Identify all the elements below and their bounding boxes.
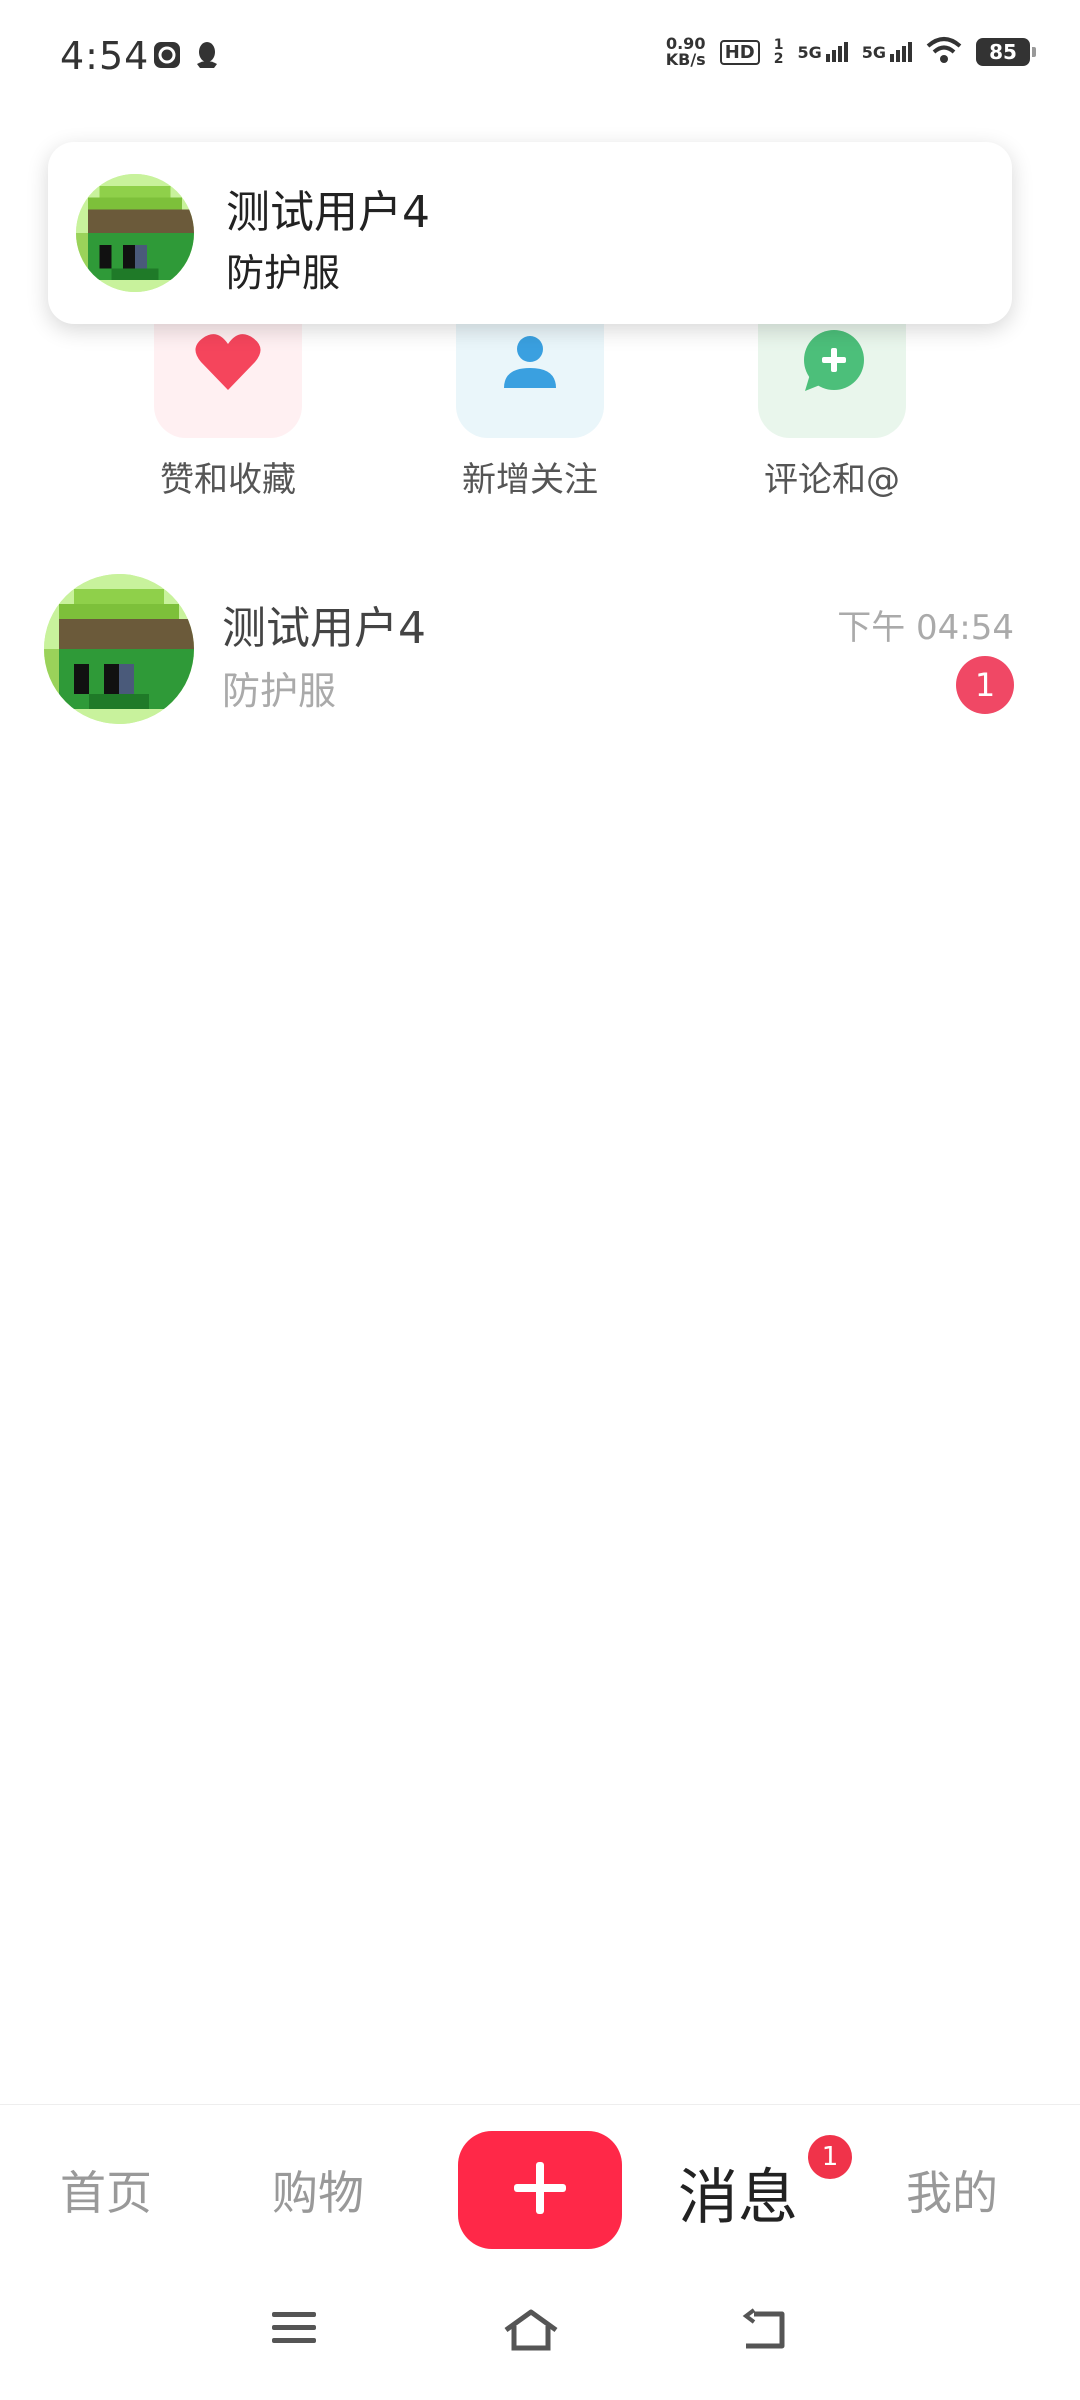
signal-2-icon: 5G (862, 42, 912, 62)
notification-banner[interactable]: 测试用户4 防护服 (48, 142, 1012, 324)
back-icon[interactable] (740, 2308, 788, 2356)
battery-icon: 85 (976, 38, 1036, 66)
tab-shop[interactable]: 购物 (272, 2157, 364, 2223)
conversation-item[interactable]: 测试用户4 防护服 下午 04:54 1 (0, 566, 1080, 736)
status-left-icons (152, 40, 220, 74)
status-bar: 4:54 0.90 KB/s HD 12 5G 5G 85 (0, 0, 1080, 120)
home-icon[interactable] (502, 2308, 560, 2356)
message-categories: 赞和收藏 新增关注 评论和@ (0, 290, 1080, 520)
wifi-icon (926, 36, 962, 68)
heart-icon (193, 330, 263, 398)
conversation-name: 测试用户4 (222, 603, 426, 654)
tab-home[interactable]: 首页 (60, 2157, 152, 2223)
app-notification-icon (152, 40, 182, 74)
conversation-last-message: 防护服 (222, 669, 337, 713)
status-time: 4:54 (60, 34, 150, 78)
net-speed: 0.90 KB/s (665, 34, 706, 69)
qq-icon (194, 40, 220, 74)
status-right: 0.90 KB/s HD 12 5G 5G 85 (665, 34, 1036, 69)
notification-sender: 测试用户4 (226, 187, 430, 238)
notification-text: 防护服 (226, 251, 341, 295)
hd-badge: HD (719, 39, 760, 65)
menu-icon[interactable] (270, 2308, 318, 2352)
publish-button[interactable] (458, 2131, 622, 2249)
category-label: 新增关注 (462, 460, 598, 500)
avatar (76, 174, 194, 292)
signal-1-icon: 5G (797, 42, 848, 62)
system-nav-bar (0, 2264, 1080, 2400)
person-icon (500, 332, 560, 396)
bottom-tab-bar: 首页 购物 消息 1 我的 (0, 2104, 1080, 2264)
unread-badge: 1 (956, 656, 1014, 714)
category-label: 赞和收藏 (160, 460, 296, 500)
chat-plus-icon (797, 327, 867, 401)
tab-messages-badge: 1 (808, 2135, 852, 2179)
plus-icon (512, 2160, 568, 2220)
conversation-time: 下午 04:54 (837, 608, 1014, 648)
tab-me[interactable]: 我的 (906, 2157, 998, 2223)
category-label: 评论和@ (764, 460, 900, 500)
avatar (44, 574, 194, 724)
hd-sim-index: 12 (773, 37, 784, 67)
tab-messages[interactable]: 消息 (678, 2149, 798, 2236)
